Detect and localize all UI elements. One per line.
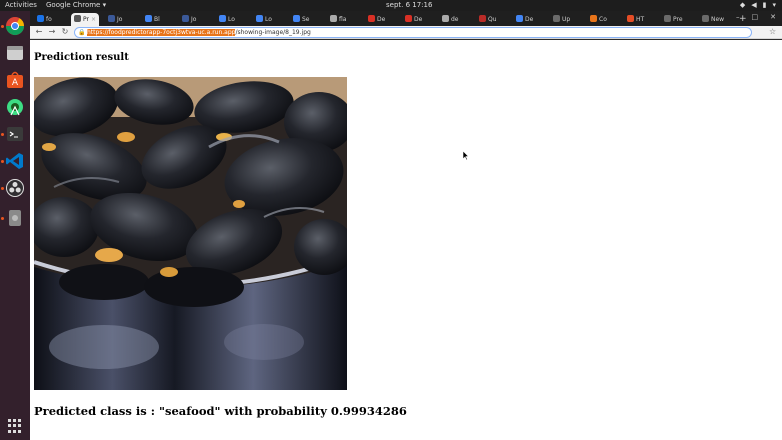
page-heading: Prediction result: [34, 52, 129, 63]
tab-label: fla: [339, 16, 347, 23]
system-tray[interactable]: ◆ ◀ ▮ ▾: [740, 0, 776, 11]
browser-tab[interactable]: Qu: [476, 13, 507, 26]
maximize-icon[interactable]: □: [752, 13, 759, 21]
browser-tab[interactable]: fla: [327, 13, 359, 26]
tab-label: fo: [46, 16, 52, 23]
tab-favicon-icon: [627, 15, 634, 22]
disk-icon[interactable]: [5, 208, 25, 228]
tab-label: De: [525, 16, 534, 23]
lock-icon: 🔒: [78, 29, 86, 36]
tab-favicon-icon: [590, 15, 597, 22]
tab-favicon-icon: [293, 15, 300, 22]
tab-favicon-icon: [182, 15, 189, 22]
tab-label: De: [377, 16, 386, 23]
browser-tab[interactable]: Bl: [142, 13, 173, 26]
tab-favicon-icon: [664, 15, 671, 22]
system-top-bar: Activities Google Chrome ▾ sept. 6 17:16…: [0, 0, 782, 11]
browser-tab[interactable]: Up: [550, 13, 581, 26]
show-applications-icon[interactable]: [8, 419, 22, 433]
reload-icon[interactable]: ↻: [60, 27, 70, 37]
mouse-cursor-icon: [463, 151, 469, 160]
browser-tab[interactable]: New: [699, 13, 731, 26]
tab-label: Se: [302, 16, 310, 23]
tab-favicon-icon: [405, 15, 412, 22]
browser-tab[interactable]: De: [365, 13, 396, 26]
browser-tab[interactable]: Co: [587, 13, 618, 26]
url-path: /showing-image/8_19.jpg: [235, 29, 311, 36]
browser-tab[interactable]: Pr ×: [71, 13, 99, 26]
address-bar[interactable]: 🔒 https://foodpredictorapp-7octj3wtva-uc.…: [74, 27, 752, 38]
tab-label: Jo: [117, 16, 123, 23]
tab-label: Pr: [83, 16, 89, 23]
browser-toolbar: ← → ↻ 🔒 https://foodpredictorapp-7octj3wt…: [30, 26, 782, 39]
tab-favicon-icon: [516, 15, 523, 22]
power-menu-icon: ▾: [772, 1, 776, 9]
bookmark-star-icon[interactable]: ☆: [769, 27, 776, 37]
files-icon[interactable]: [5, 43, 25, 63]
back-icon[interactable]: ←: [34, 27, 44, 37]
url-host: https://foodpredictorapp-7octj3wtva-uc.a…: [87, 29, 236, 36]
browser-tab[interactable]: De: [513, 13, 544, 26]
tab-label: HT: [636, 16, 645, 23]
page-content: Prediction result Predicted class is: "…: [30, 40, 782, 440]
browser-tab[interactable]: Jo: [179, 13, 210, 26]
chrome-icon[interactable]: [5, 16, 25, 36]
tab-favicon-icon: [108, 15, 115, 22]
tab-favicon-icon: [37, 15, 44, 22]
tab-label: Qu: [488, 16, 497, 23]
dock: A: [0, 11, 30, 440]
close-icon[interactable]: ✕: [770, 13, 776, 21]
tab-label: Bl: [154, 16, 160, 23]
browser-tab[interactable]: Jo: [105, 13, 136, 26]
tab-label: De: [414, 16, 423, 23]
browser-tab[interactable]: de: [439, 13, 470, 26]
browser-tab[interactable]: Pre: [661, 13, 693, 26]
prediction-result: Predicted class is : "seafood" with prob…: [34, 404, 407, 418]
browser-tab[interactable]: Lo: [216, 13, 247, 26]
activities-button[interactable]: Activities: [5, 0, 37, 11]
volume-icon: ◀: [751, 1, 757, 9]
tab-strip: – □ ✕ fo Pr × Jo Bl Jo Lo Lo Se fla De De de Qu De Up Co…: [30, 11, 782, 26]
browser-tab[interactable]: Se: [290, 13, 321, 26]
tab-label: Lo: [265, 16, 272, 23]
tab-favicon-icon: [553, 15, 560, 22]
tab-label: Jo: [191, 16, 197, 23]
browser-tab[interactable]: fo: [34, 13, 65, 26]
android-studio-icon[interactable]: [5, 97, 25, 117]
clock[interactable]: sept. 6 17:16: [386, 0, 432, 11]
tab-label: Co: [599, 16, 607, 23]
tab-label: Pre: [673, 16, 683, 23]
tab-label: New: [711, 16, 725, 23]
tab-favicon-icon: [702, 15, 709, 22]
tab-close-icon[interactable]: ×: [91, 16, 96, 23]
tab-favicon-icon: [330, 15, 337, 22]
tab-favicon-icon: [219, 15, 226, 22]
vscode-icon[interactable]: [5, 151, 25, 171]
svg-text:A: A: [12, 78, 19, 88]
forward-icon[interactable]: →: [47, 27, 57, 37]
terminal-icon[interactable]: [5, 124, 25, 144]
browser-tab[interactable]: Lo: [253, 13, 284, 26]
tab-label: Lo: [228, 16, 235, 23]
battery-icon: ▮: [762, 1, 767, 9]
tab-favicon-icon: [74, 15, 81, 22]
software-center-icon[interactable]: A: [5, 70, 25, 90]
tab-favicon-icon: [145, 15, 152, 22]
tab-favicon-icon: [442, 15, 449, 22]
network-icon: ◆: [739, 1, 746, 9]
tab-label: de: [451, 16, 459, 23]
obs-icon[interactable]: [5, 178, 25, 198]
tab-favicon-icon: [479, 15, 486, 22]
tab-favicon-icon: [256, 15, 263, 22]
tab-favicon-icon: [368, 15, 375, 22]
food-photo: [34, 77, 347, 390]
browser-tab[interactable]: HT: [624, 13, 655, 26]
new-tab-icon[interactable]: +: [739, 13, 747, 26]
tab-label: Up: [562, 16, 571, 23]
browser-tab[interactable]: De: [402, 13, 433, 26]
app-menu[interactable]: Google Chrome ▾: [46, 0, 106, 11]
